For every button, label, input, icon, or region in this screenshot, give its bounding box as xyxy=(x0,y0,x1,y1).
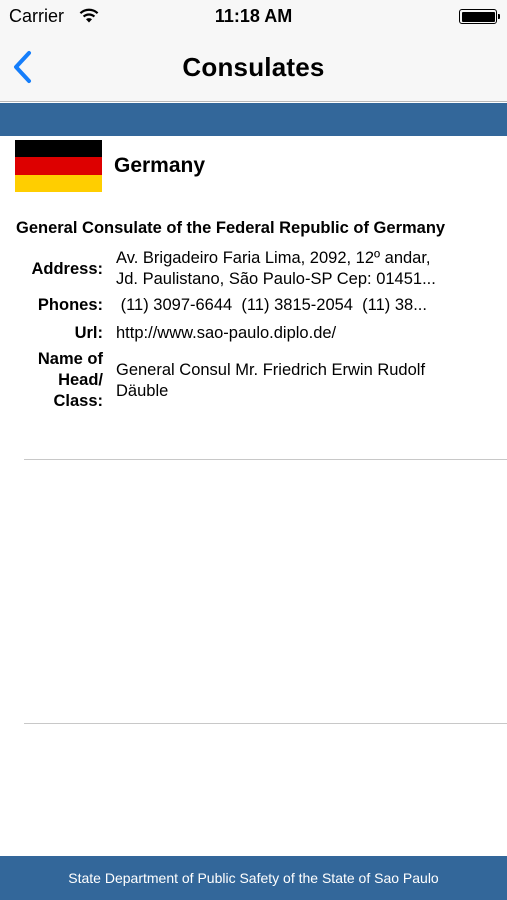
battery-icon xyxy=(459,9,500,24)
navigation-bar: Consulates xyxy=(0,34,507,102)
consulate-title: General Consulate of the Federal Republi… xyxy=(16,219,446,237)
status-bar: Carrier 11:18 AM xyxy=(0,0,507,34)
divider xyxy=(24,459,507,460)
url-link[interactable]: http://www.sao-paulo.diplo.de/ xyxy=(116,323,488,344)
head-label-line-2: Head/ xyxy=(58,371,103,389)
head-value: General Consul Mr. Friedrich Erwin Rudol… xyxy=(116,361,426,400)
footer-text: State Department of Public Safety of the… xyxy=(68,870,439,886)
url-label: Url: xyxy=(74,324,103,342)
phones-value[interactable]: (11) 3097-6644 (11) 3815-2054 (11) 38... xyxy=(116,295,488,316)
page-title: Consulates xyxy=(182,52,325,82)
footer: State Department of Public Safety of the… xyxy=(0,856,507,900)
head-label-line-1: Name of xyxy=(37,350,103,368)
country-header: Germany xyxy=(0,137,507,195)
germany-flag-icon xyxy=(15,140,102,192)
divider xyxy=(24,723,507,724)
address-line-2: Jd. Paulistano, São Paulo-SP Cep: 01451.… xyxy=(116,270,436,288)
head-label-line-3: Class: xyxy=(53,392,103,410)
status-time: 11:18 AM xyxy=(214,6,293,26)
section-header-band xyxy=(0,103,507,136)
country-name: Germany xyxy=(114,154,206,177)
address-line-1: Av. Brigadeiro Faria Lima, 2092, 12º and… xyxy=(116,249,431,267)
phones-label: Phones: xyxy=(37,296,103,314)
address-label: Address: xyxy=(31,260,103,278)
